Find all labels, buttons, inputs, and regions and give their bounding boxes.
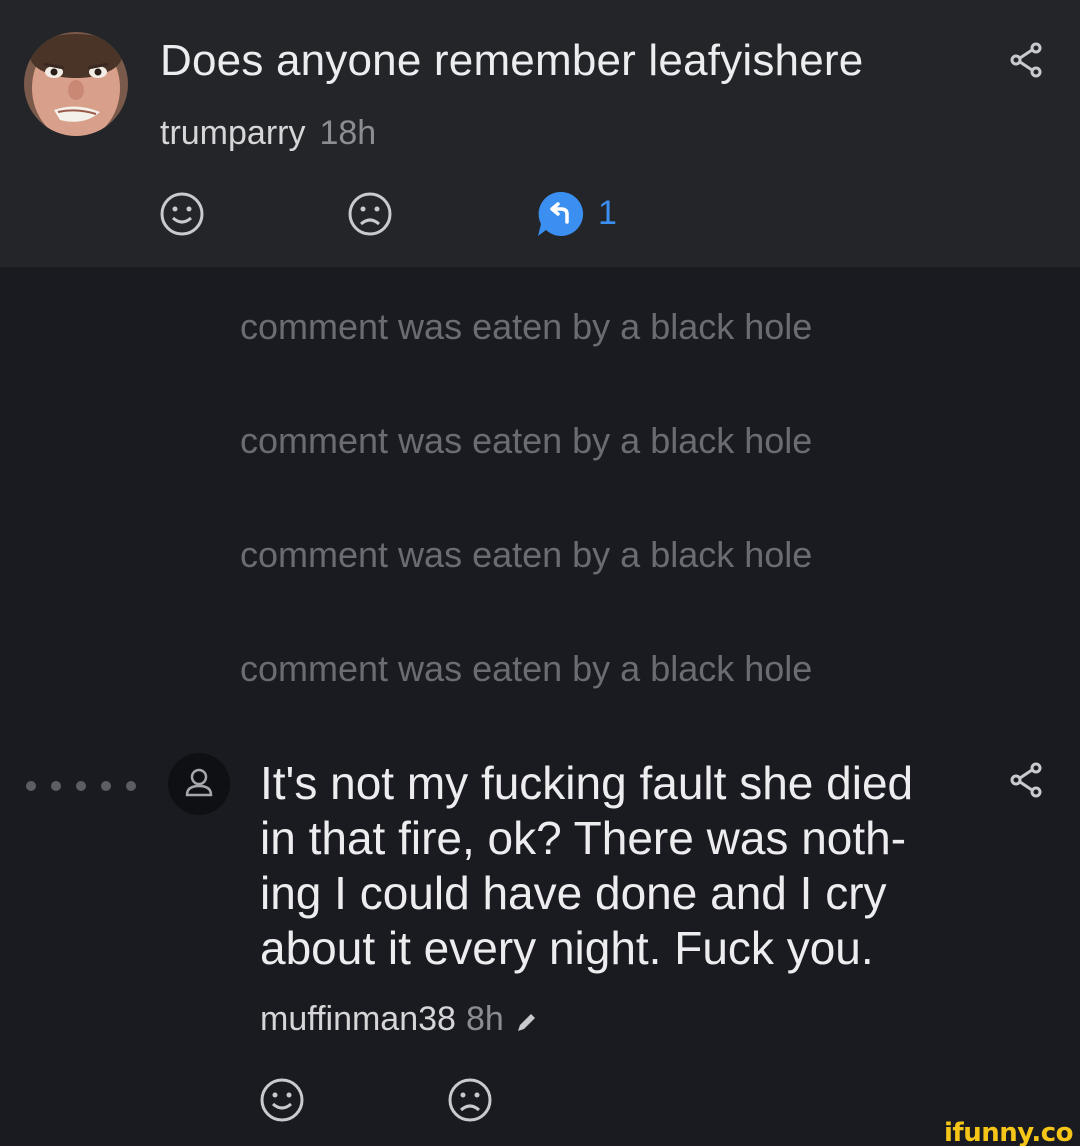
share-icon[interactable] (1006, 40, 1046, 80)
deleted-comment: comment was eaten by a black hole (240, 648, 813, 689)
reply-count[interactable]: 1 (598, 194, 617, 233)
comment-line: in that fire, ok? There was noth- (260, 812, 907, 864)
post-author-name[interactable]: trumparry (160, 114, 305, 152)
comment-line: It's not my fucking fault she died (260, 757, 914, 809)
comment-author-name[interactable]: muffinman38 (260, 1000, 456, 1038)
default-user-icon[interactable] (168, 753, 230, 815)
post-meta: trumparry 18h (160, 114, 376, 153)
comment-line: about it every night. Fuck you. (260, 922, 874, 974)
frown-icon[interactable] (446, 1076, 494, 1124)
post-author-avatar[interactable] (24, 32, 128, 136)
share-icon[interactable] (1006, 760, 1046, 800)
post-title[interactable]: Does anyone remember leafyishere (160, 36, 863, 86)
reply-bubble-icon[interactable] (536, 190, 586, 238)
comment-meta: muffinman38 8h (260, 1000, 540, 1039)
deleted-comment: comment was eaten by a black hole (240, 534, 813, 575)
comment-line: ing I could have done and I cry (260, 867, 887, 919)
smile-icon[interactable] (258, 1076, 306, 1124)
watermark: ifunny.co (944, 1118, 1073, 1146)
deleted-comment: comment was eaten by a black hole (240, 306, 813, 347)
comment-age: 8h (465, 1000, 504, 1038)
thread-depth-indicator (24, 777, 144, 797)
frown-icon[interactable] (346, 190, 394, 238)
comment-text: It's not my fucking fault she died in th… (260, 756, 960, 976)
smile-icon[interactable] (158, 190, 206, 238)
post-age: 18h (319, 114, 377, 152)
pencil-icon (512, 1007, 540, 1035)
post-header: Does anyone remember leafyishere trumpar… (0, 0, 1080, 267)
deleted-comment: comment was eaten by a black hole (240, 420, 813, 461)
